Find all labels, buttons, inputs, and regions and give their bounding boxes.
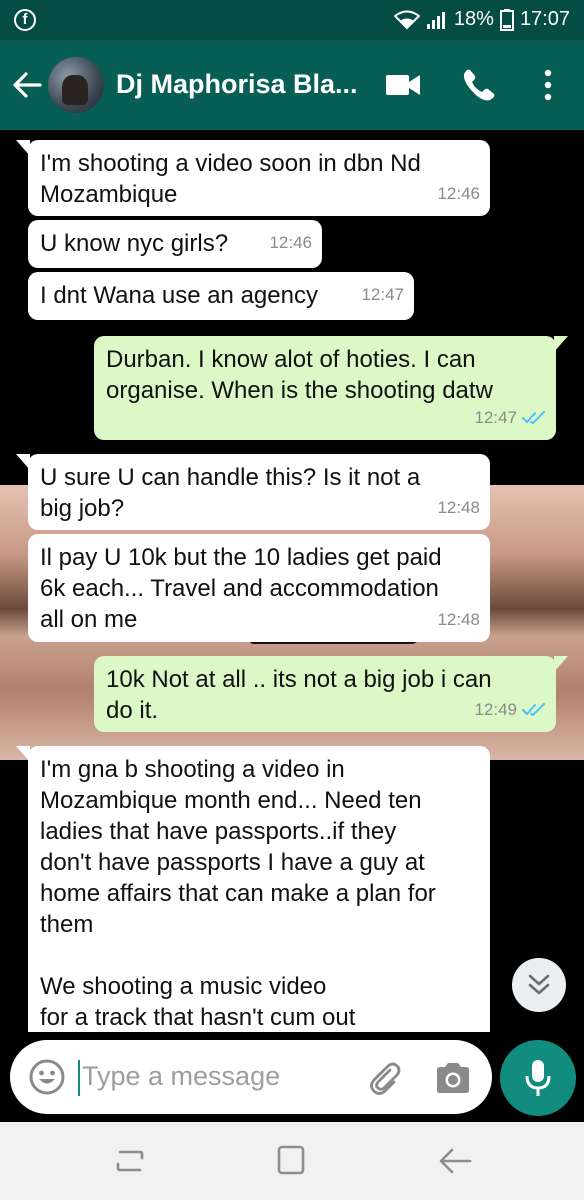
battery-percent: 18% (453, 8, 494, 30)
message-composer[interactable] (10, 1040, 492, 1114)
double-chevron-down-icon (528, 974, 550, 995)
signal-icon (426, 11, 445, 29)
read-receipt-icon (522, 410, 545, 424)
bubble-tail (16, 140, 30, 156)
more-options-icon[interactable] (534, 68, 562, 102)
video-call-icon[interactable] (385, 70, 421, 100)
microphone-icon (525, 1060, 551, 1096)
message-input[interactable] (82, 1056, 352, 1096)
back-icon[interactable] (438, 1146, 472, 1176)
status-icons: 18% 17:07 (393, 8, 570, 31)
phone-icon[interactable] (462, 68, 496, 102)
message-text: I'm gna b shooting a video in Mozambique… (40, 756, 436, 1031)
message-time: 12:47 (361, 285, 404, 304)
message-incoming[interactable]: Il pay U 10k but the 10 ladies get paid … (28, 534, 490, 642)
battery-icon (499, 8, 514, 31)
message-text: U sure U can handle this? Is it not a bi… (40, 464, 421, 522)
bubble-tail (16, 746, 30, 762)
message-incoming[interactable]: I'm shooting a video soon in dbn Nd Moza… (28, 140, 490, 216)
text-caret (78, 1060, 80, 1096)
bubble-tail (16, 454, 30, 470)
message-text: Durban. I know alot of hoties. I can org… (106, 346, 493, 404)
message-text: Il pay U 10k but the 10 ladies get paid … (40, 544, 442, 633)
read-receipt-icon (522, 702, 545, 716)
back-arrow-icon[interactable] (12, 70, 42, 100)
message-text: U know nyc girls? (40, 230, 229, 257)
composer-bar (0, 1032, 584, 1122)
recent-apps-icon[interactable] (114, 1146, 146, 1176)
message-time: 12:46 (269, 233, 312, 252)
emoji-icon[interactable] (28, 1058, 66, 1096)
message-text: I'm shooting a video soon in dbn Nd Moza… (40, 150, 421, 208)
system-nav-bar (0, 1122, 584, 1200)
message-incoming[interactable]: I dnt Wana use an agency 12:47 (28, 272, 414, 320)
chat-area[interactable]: I'm shooting a video soon in dbn Nd Moza… (0, 130, 584, 1032)
wifi-icon (393, 10, 420, 29)
paperclip-icon[interactable] (366, 1060, 402, 1096)
message-incoming[interactable]: U know nyc girls? 12:46 (28, 220, 322, 268)
message-incoming[interactable]: I'm gna b shooting a video in Mozambique… (28, 746, 490, 1032)
voice-message-button[interactable] (500, 1040, 576, 1116)
bubble-tail (554, 336, 568, 352)
camera-icon[interactable] (434, 1060, 472, 1096)
message-time: 12:46 (437, 184, 480, 203)
chat-header: Dj Maphorisa Bla... (0, 40, 584, 130)
contact-name[interactable]: Dj Maphorisa Bla... (116, 69, 358, 100)
message-outgoing[interactable]: Durban. I know alot of hoties. I can org… (94, 336, 556, 440)
message-time: 12:49 (474, 700, 517, 719)
status-bar: f 18% 17:07 (0, 0, 584, 40)
message-time: 12:48 (437, 498, 480, 517)
message-time: 12:47 (474, 408, 517, 427)
bubble-tail (554, 656, 568, 672)
message-incoming[interactable]: U sure U can handle this? Is it not a bi… (28, 454, 490, 530)
clock: 17:07 (519, 8, 570, 30)
message-outgoing[interactable]: 10k Not at all .. its not a big job i ca… (94, 656, 556, 732)
home-icon[interactable] (276, 1144, 306, 1176)
message-time: 12:48 (437, 610, 480, 629)
scroll-to-bottom-button[interactable] (512, 958, 566, 1012)
message-text: I dnt Wana use an agency (40, 282, 318, 309)
facebook-icon: f (14, 9, 36, 31)
contact-avatar[interactable] (48, 57, 104, 113)
